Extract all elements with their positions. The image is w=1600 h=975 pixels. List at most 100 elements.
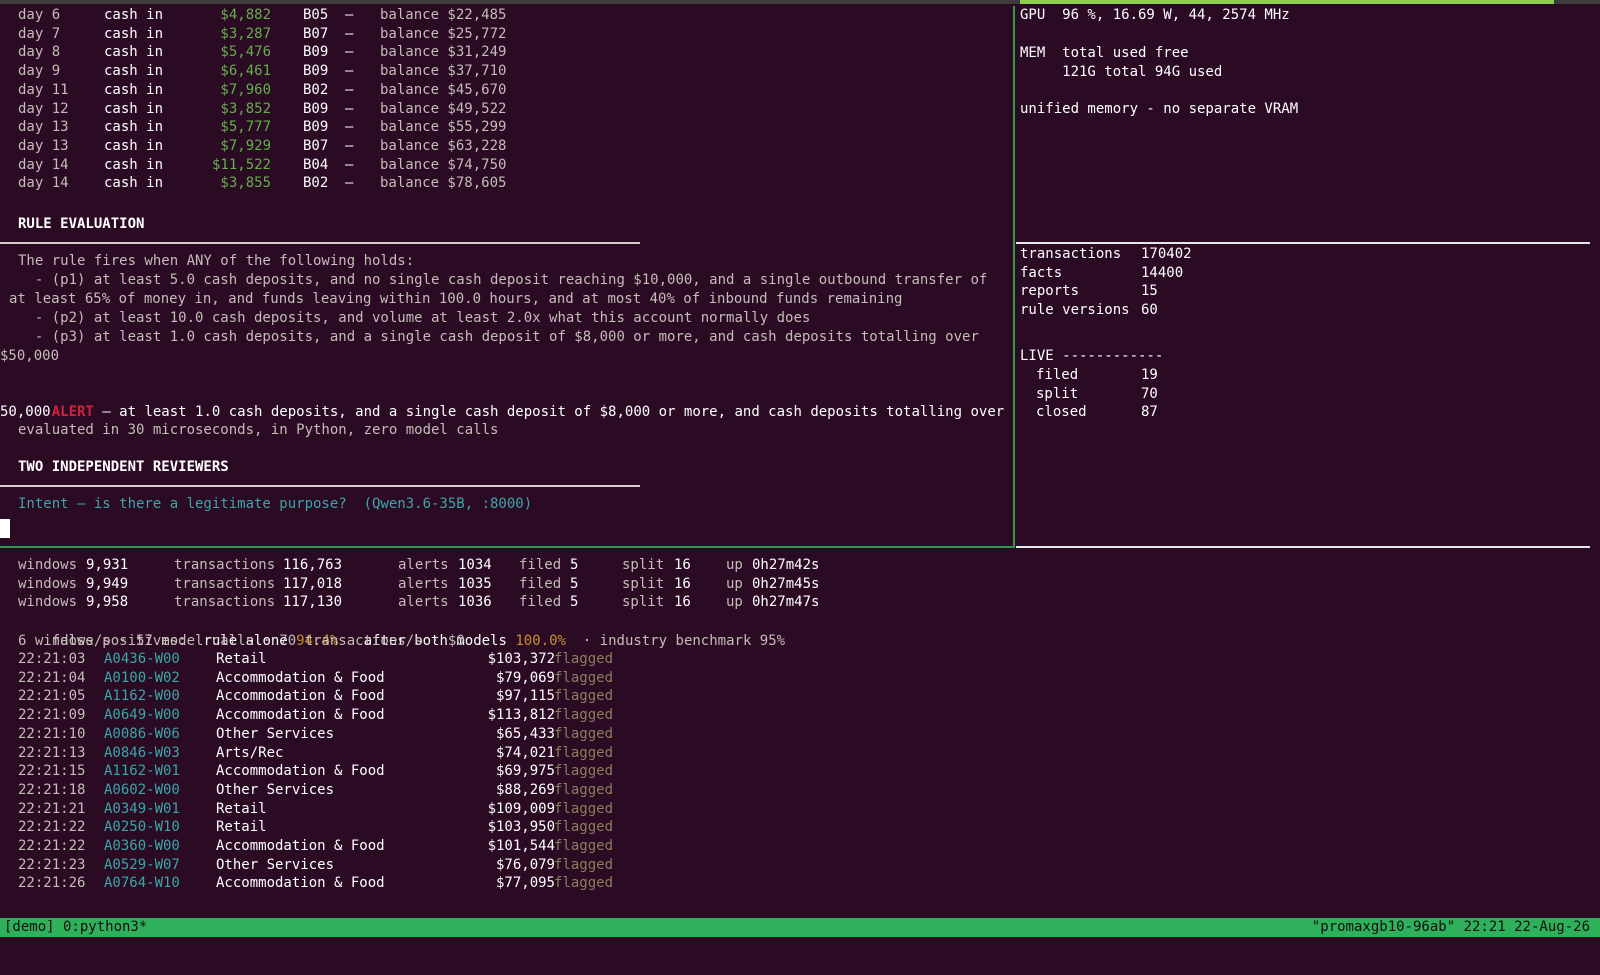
alerts-count: 1034 [458,557,492,573]
rule-p2: - (p2) at least 10.0 cash deposits, and … [18,310,811,326]
ledger-row: day 14 cash in $11,522 B04– balance $74,750 [18,156,1012,175]
ledger-dash: – [345,175,354,192]
gpu-pane[interactable]: GPU 96 %, 16.69 W, 44, 2574 MHz MEM tota… [1016,6,1586,242]
ledger-type: cash in [104,7,164,23]
alert-sector: Accommodation & Food [216,688,385,705]
alert-amount: $97,115 [495,688,555,705]
ledger-row: day 7 cash in $3,287 B07– balance $25,772 [18,25,1012,44]
live-row: split 70 [1036,385,1586,404]
windows-count: 9,949 [86,575,129,592]
alert-log-row: 22:21:15 A1162-W01 Accommodation & Food $69… [18,762,1018,781]
uptime-label: up [726,575,743,592]
alert-sector: Retail [216,651,267,667]
rule-intro: The rule fires when ANY of the following… [18,253,415,269]
filed-label: filed [519,575,562,592]
pane-divider-right-upper[interactable] [1016,242,1590,244]
live-label: closed [1036,404,1087,421]
ledger-balance: balance $55,299 [380,119,507,136]
throughput-line: 6 windows/s · 57 model calls · 70 transa… [18,633,465,649]
alert-amount: $69,975 [495,763,555,780]
progress-row: windows 9,949 transactions 117,018 alerts 103… [18,575,1018,594]
ledger-type: cash in [104,81,164,98]
uptime-label: up [726,594,743,611]
alert-amount: $74,021 [495,744,555,761]
ledger-dash: – [345,44,354,61]
ledger-balance: balance $49,522 [380,100,507,117]
ledger-type: cash in [104,25,164,42]
alert-amount: $113,812 [487,707,555,724]
after-both-models-value: 100.0% [515,633,566,649]
alert-sector: Accommodation & Food [216,707,385,724]
ledger-amount: $7,960 [220,81,271,98]
ledger-day: day 11 [18,81,69,98]
reviewers-heading: TWO INDEPENDENT REVIEWERS [18,459,229,475]
ledger-amount: $3,852 [220,100,271,117]
alert-sector: Other Services [216,725,335,742]
rule-heading-divider [0,242,640,244]
active-pane-indicator [1020,0,1554,4]
alert-line2: 50,000 [0,404,51,420]
progress-row: windows 9,931 transactions 116,763 alerts 103… [18,556,1018,575]
ledger-dash: – [345,137,354,154]
live-value: 19 [1141,367,1158,383]
alert-account-id: A0846-W03 [104,744,180,761]
ledger-branch: B04 [303,156,329,173]
split-label: split [622,594,665,611]
ledger-branch: B09 [303,63,329,80]
ledger-dash: – [345,81,354,98]
alert-amount: $65,433 [495,725,555,742]
ledger-balance: balance $74,750 [380,156,507,173]
alert-time: 22:21:04 [18,669,86,686]
alerts-count: 1035 [458,575,492,592]
alert-status: flagged [554,856,614,873]
session-window-label[interactable]: [demo] 0:python3* [4,918,147,937]
alert-account-id: A1162-W00 [104,688,180,705]
alert-sector: Arts/Rec [216,744,284,761]
rule-p3-line2: $50,000 [0,348,60,364]
transactions-count: 116,763 [283,557,343,573]
ledger-dash: – [345,25,354,42]
pane-divider-vertical[interactable] [1013,6,1015,548]
alert-log-row: 22:21:13 A0846-W03 Arts/Rec $74,021 flagged [18,744,1018,763]
alert-status: flagged [554,763,614,780]
uptime-value: 0h27m42s [752,557,820,573]
alert-log-row: 22:21:21 A0349-W01 Retail $109,009 flagged [18,800,1018,819]
ledger-day: day 9 [18,63,61,80]
transactions-label: transactions [174,575,276,592]
alert-account-id: A1162-W01 [104,763,180,780]
windows-label: windows [18,557,78,573]
monitor-pane[interactable]: windows 9,931 transactions 116,763 alerts 103… [0,556,1600,916]
ledger-day: day 14 [18,175,69,192]
ledger-day: day 14 [18,156,69,173]
pane-divider-horizontal-left[interactable] [0,546,1015,548]
mem-header: MEM total used free [1020,45,1189,61]
false-positives-line: false positives: rule alone 94.4% after … [18,613,785,649]
alert-status: flagged [554,781,614,798]
split-count: 16 [674,557,691,573]
ledger-day: day 13 [18,137,69,154]
alert-status: flagged [554,744,614,761]
ledger-branch: B02 [303,81,329,98]
alert-time: 22:21:21 [18,800,86,817]
alert-label: ALERT [51,404,94,420]
pane-divider-right-lower[interactable] [1016,546,1590,548]
alert-account-id: A0649-W00 [104,707,180,724]
alert-amount: $109,009 [487,800,555,817]
stat-row: reports 15 [1020,282,1586,301]
alert-sector: Other Services [216,856,335,873]
windows-count: 9,931 [86,557,129,573]
ledger-row: day 8 cash in $5,476 B09– balance $31,249 [18,43,1012,62]
rule-pane[interactable]: day 6 cash in $4,882 B05– balance $22,485 day… [0,6,1012,546]
ledger-day: day 7 [18,25,61,42]
alert-account-id: A0086-W06 [104,725,180,742]
stat-label: reports [1020,283,1080,300]
stats-pane[interactable]: transactions 170402 facts 14400 reports 15 rul… [1016,245,1586,545]
alert-amount: $103,372 [487,651,555,667]
ledger-dash: – [345,119,354,136]
evaluation-timing: evaluated in 30 microseconds, in Python,… [18,422,499,438]
ledger-type: cash in [104,63,164,80]
alert-account-id: A0529-W07 [104,856,180,873]
alert-amount: $79,069 [495,669,555,686]
alert-log-row: 22:21:26 A0764-W10 Accommodation & Food $77… [18,874,1018,893]
alert-account-id: A0602-W00 [104,781,180,798]
